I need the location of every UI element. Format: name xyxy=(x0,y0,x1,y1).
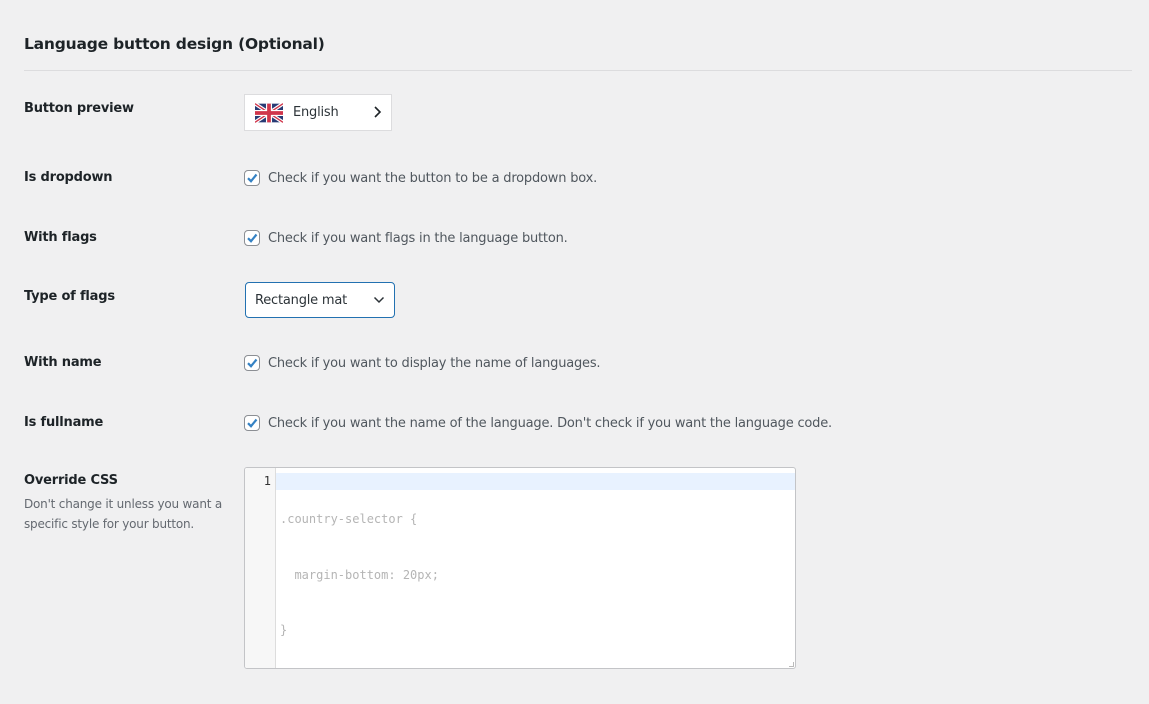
is-fullname-description: Check if you want the name of the langua… xyxy=(268,415,832,431)
code-line: .country-selector { xyxy=(280,512,418,526)
is-dropdown-option: Check if you want the button to be a dro… xyxy=(244,170,597,186)
language-button-preview[interactable]: English xyxy=(244,94,392,131)
type-of-flags-select[interactable]: Rectangle mat xyxy=(245,282,395,318)
with-flags-label: With flags xyxy=(24,230,97,245)
is-dropdown-label: Is dropdown xyxy=(24,170,113,185)
button-preview-label: Button preview xyxy=(24,101,134,116)
override-css-description: Don't change it unless you want a specif… xyxy=(24,497,222,531)
code-content: .country-selector { margin-bottom: 20px;… xyxy=(280,473,439,668)
is-fullname-checkbox[interactable] xyxy=(244,415,260,431)
with-name-checkbox[interactable] xyxy=(244,355,260,371)
with-flags-description: Check if you want flags in the language … xyxy=(268,230,568,246)
checkmark-icon xyxy=(247,233,258,243)
section-title: Language button design (Optional) xyxy=(24,35,325,53)
is-dropdown-description: Check if you want the button to be a dro… xyxy=(268,170,598,186)
is-fullname-option: Check if you want the name of the langua… xyxy=(244,415,832,431)
resize-handle[interactable] xyxy=(789,662,794,667)
with-flags-option: Check if you want flags in the language … xyxy=(244,230,568,246)
with-flags-checkbox[interactable] xyxy=(244,230,260,246)
checkmark-icon xyxy=(247,173,258,183)
with-name-option: Check if you want to display the name of… xyxy=(244,355,601,371)
with-name-description: Check if you want to display the name of… xyxy=(268,355,601,371)
language-name: English xyxy=(293,105,339,120)
css-code-editor[interactable]: 1 .country-selector { margin-bottom: 20p… xyxy=(244,467,796,669)
checkmark-icon xyxy=(247,358,258,368)
line-number: 1 xyxy=(263,474,271,488)
editor-gutter: 1 xyxy=(245,468,276,668)
type-of-flags-label: Type of flags xyxy=(24,289,115,304)
is-fullname-label: Is fullname xyxy=(24,415,104,430)
uk-flag-icon xyxy=(255,102,283,123)
chevron-right-icon xyxy=(374,106,382,118)
section-divider xyxy=(24,70,1132,71)
type-of-flags-value: Rectangle mat xyxy=(255,292,348,308)
code-line: } xyxy=(280,623,288,637)
code-line: margin-bottom: 20px; xyxy=(280,567,439,582)
with-name-label: With name xyxy=(24,355,102,370)
is-dropdown-checkbox[interactable] xyxy=(244,170,260,186)
chevron-down-icon xyxy=(373,296,385,304)
checkmark-icon xyxy=(247,418,258,428)
override-css-label: Override CSS xyxy=(24,473,118,488)
